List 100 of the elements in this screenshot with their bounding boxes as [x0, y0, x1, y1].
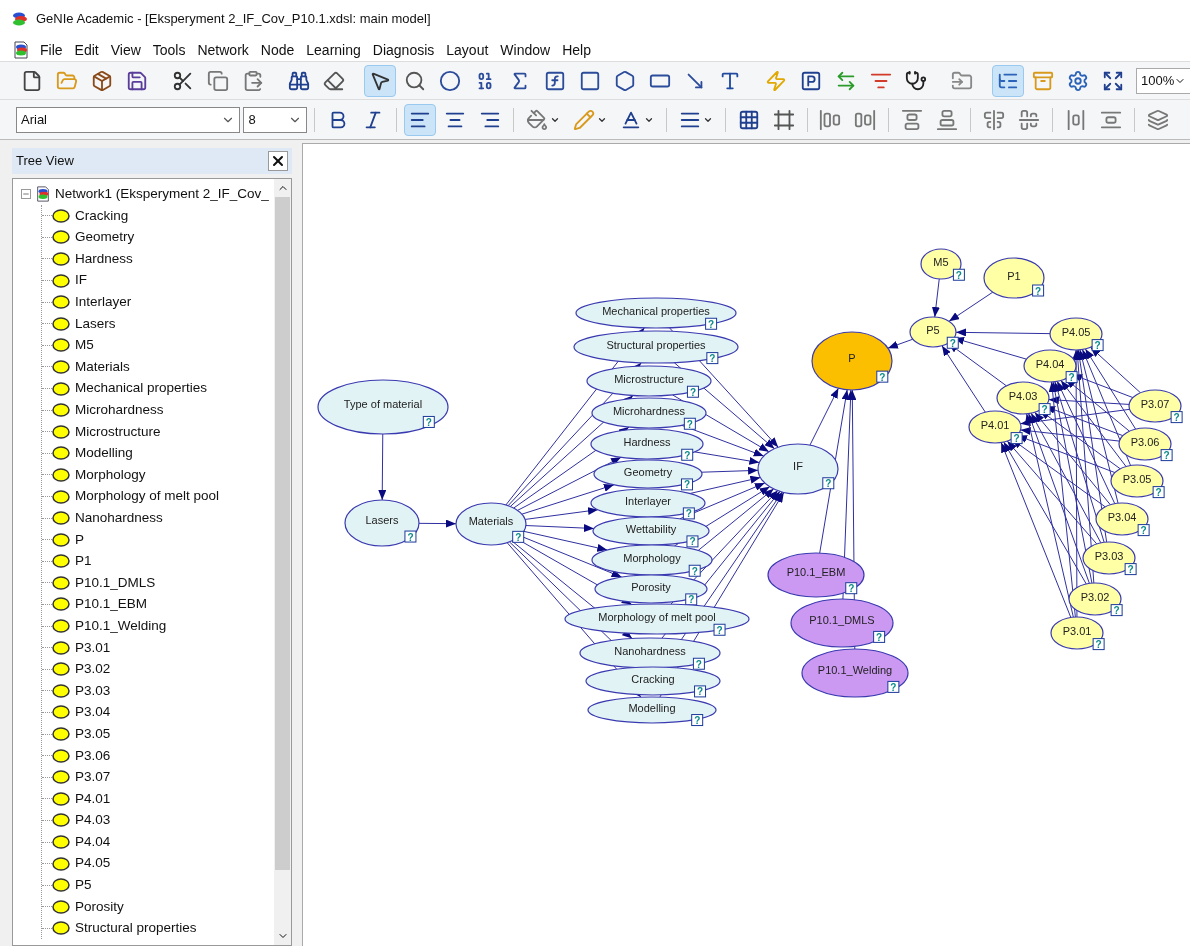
tree-item[interactable]: Interlayer	[75, 292, 132, 313]
tree-item[interactable]: Morphology	[75, 464, 146, 486]
font-size-select[interactable]: 8	[243, 106, 308, 133]
menu-item[interactable]: Layout	[440, 39, 495, 60]
node-label: Mechanical properties	[602, 304, 710, 317]
node-label: Microhardness	[612, 404, 686, 417]
tree-item[interactable]: P	[75, 529, 84, 550]
node-label: P3.04	[1107, 510, 1137, 523]
node-label: Porosity	[631, 580, 671, 593]
help-badge: ?	[845, 582, 858, 595]
help-badge: ?	[946, 336, 959, 349]
tree-item[interactable]: Modelling	[75, 443, 133, 464]
node-label: IF	[793, 459, 803, 472]
menu-item[interactable]: Network	[191, 39, 255, 60]
help-badge: ?	[706, 352, 719, 365]
node-label: Modelling	[628, 701, 676, 714]
help-badge: ?	[691, 714, 704, 727]
help-badge: ?	[512, 530, 525, 543]
node-label: P4.03	[1008, 389, 1038, 402]
help-badge: ?	[1124, 563, 1137, 576]
tree-item[interactable]: P4.01	[75, 788, 111, 809]
menu-item[interactable]: Window	[494, 39, 557, 60]
menu-item[interactable]: Node	[254, 39, 301, 60]
help-badge: ?	[887, 680, 900, 693]
tree-item[interactable]: Structural properties	[75, 918, 197, 939]
node-label: Microstructure	[614, 372, 684, 385]
help-badge: ?	[1091, 339, 1104, 352]
menu-item[interactable]: Learning	[300, 39, 367, 60]
node-label: P	[848, 351, 856, 364]
help-badge: ?	[873, 630, 886, 643]
node-label: Nanohardness	[614, 644, 686, 657]
tree-item[interactable]: Cracking	[75, 205, 129, 226]
help-badge: ?	[713, 623, 726, 636]
node-label: P3.02	[1080, 590, 1110, 603]
help-badge: ?	[682, 507, 695, 520]
panel-title: Tree View	[16, 152, 74, 171]
help-badge: ?	[822, 477, 835, 490]
tree-item[interactable]: Porosity	[75, 896, 124, 917]
node-label: Geometry	[623, 465, 673, 478]
node-label: Type of material	[343, 397, 423, 410]
tree-item[interactable]: P3.02	[75, 659, 111, 680]
tree-item[interactable]: M5	[75, 335, 94, 356]
node-label: P3.03	[1094, 549, 1124, 562]
help-badge: ?	[1065, 371, 1078, 384]
node-label: Materials	[468, 514, 514, 527]
node-label: Morphology of melt pool	[598, 610, 716, 623]
node-label: P10.1_Welding	[817, 663, 893, 676]
menu-item[interactable]: File	[34, 39, 69, 60]
tree-item[interactable]: P1	[75, 551, 92, 572]
tree-item[interactable]: P3.04	[75, 702, 111, 723]
menu-item[interactable]: View	[104, 39, 147, 60]
node-label: P10.1_EBM	[786, 565, 846, 578]
help-badge: ?	[1038, 403, 1051, 416]
tree-item[interactable]: P10.1_Welding	[75, 615, 167, 637]
node-label: Hardness	[623, 435, 671, 448]
help-badge: ?	[1152, 486, 1165, 499]
menu-item[interactable]: Help	[556, 39, 597, 60]
menu-item[interactable]: Diagnosis	[366, 39, 441, 60]
help-badge: ?	[1137, 524, 1150, 537]
help-badge: ?	[1032, 284, 1045, 297]
node-label: P10.1_DMLS	[809, 613, 875, 626]
tree-item[interactable]: P5	[75, 875, 92, 896]
tree-item[interactable]: Microstructure	[75, 421, 161, 442]
tree-item[interactable]: P3.06	[75, 745, 111, 766]
tree-item[interactable]: Materials	[75, 356, 130, 378]
tree-item[interactable]: Lasers	[75, 313, 116, 334]
node-label: Cracking	[631, 672, 675, 685]
menu-item[interactable]: Tools	[146, 39, 192, 60]
font-select[interactable]: Arial	[16, 106, 241, 133]
help-badge: ?	[1092, 638, 1105, 651]
node-label: P4.05	[1061, 325, 1091, 338]
tree-item[interactable]: IF	[75, 270, 87, 291]
tree-item[interactable]: Mechanical properties	[75, 378, 208, 399]
tree-item[interactable]: Nanohardness	[75, 508, 163, 529]
tree-item[interactable]: P4.03	[75, 810, 111, 831]
tree-item[interactable]: P3.03	[75, 680, 111, 701]
help-badge: ?	[1160, 449, 1173, 462]
node-label: P3.07	[1140, 397, 1170, 410]
tree-item[interactable]: P3.05	[75, 723, 111, 745]
tree-item[interactable]: Geometry	[75, 227, 135, 248]
node-label: Wettability	[625, 522, 677, 535]
tree-item[interactable]: P4.05	[75, 853, 111, 874]
menu-item[interactable]: Edit	[68, 39, 105, 60]
tree-item[interactable]: P10.1_EBM	[75, 594, 148, 615]
help-badge: ?	[681, 478, 693, 491]
tree-item[interactable]: Microhardness	[75, 400, 164, 421]
tree-item[interactable]: P3.07	[75, 767, 111, 788]
node-label: P4.01	[980, 418, 1010, 431]
tree-item[interactable]: Morphology of melt pool	[75, 486, 220, 507]
help-badge: ?	[952, 268, 965, 281]
help-badge: ?	[422, 415, 435, 428]
tree-item[interactable]: P4.04	[75, 831, 111, 853]
zoom-select[interactable]: 100%	[1136, 67, 1190, 94]
help-badge: ?	[1170, 411, 1183, 424]
tree-item[interactable]: Hardness	[75, 248, 133, 270]
help-badge: ?	[404, 530, 417, 543]
help-badge: ?	[686, 535, 699, 548]
tree-item[interactable]: Network1 (Eksperyment 2_IF_Cov_	[55, 183, 269, 205]
tree-item[interactable]: P10.1_DMLS	[75, 572, 156, 593]
tree-item[interactable]: P3.01	[75, 637, 111, 658]
